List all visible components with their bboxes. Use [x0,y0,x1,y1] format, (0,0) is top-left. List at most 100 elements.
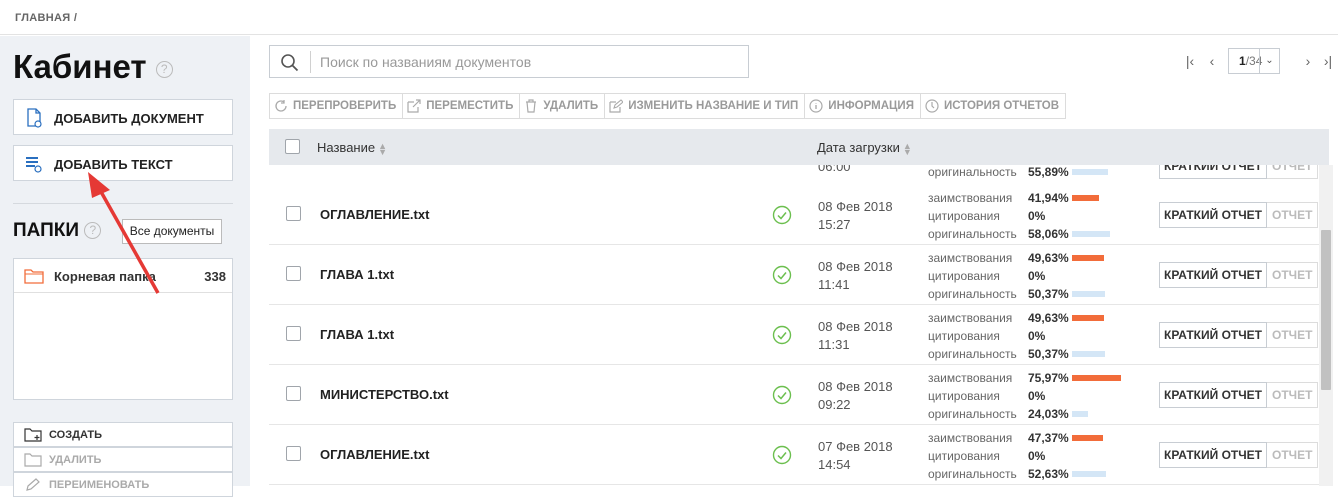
info-label: ИНФОРМАЦИЯ [828,100,914,112]
cite-label: цитирования [928,449,1000,463]
row-checkbox[interactable] [286,326,301,341]
cite-value: 0% [1028,209,1046,223]
borrow-value: 49,63% [1028,311,1069,325]
rename-folder-button[interactable]: ПЕРЕИМЕНОВАТЬ [13,472,233,497]
report-button[interactable]: ОТЧЕТ [1267,442,1319,468]
orig-stat: оригинальность 50,37% [928,345,1158,363]
search-separator [310,51,311,73]
upload-date-day: 08 Фев 2018 [818,319,893,334]
info-button[interactable]: ИНФОРМАЦИЯ [805,94,921,118]
delete-folder-label: УДАЛИТЬ [49,454,102,466]
row-checkbox[interactable] [286,206,301,221]
report-button[interactable]: ОТЧЕТ [1267,262,1319,288]
row-checkbox[interactable] [286,266,301,281]
row-stats: заимствования 49,63% цитирования 0% ориг… [928,249,1158,303]
orig-bar [1072,291,1105,297]
orig-stat: оригинальность 52,63% [928,465,1158,483]
short-report-button[interactable]: КРАТКИЙ ОТЧЕТ [1159,262,1268,288]
short-report-button[interactable]: КРАТКИЙ ОТЧЕТ [1159,202,1268,228]
column-date-header[interactable]: Дата загрузки ▲ ▼ [817,140,912,156]
search-input[interactable] [320,52,740,72]
column-date-label: Дата загрузки [817,140,900,155]
report-button[interactable]: ОТЧЕТ [1267,322,1319,348]
orig-value: 50,37% [1028,287,1069,301]
row-checkbox[interactable] [286,386,301,401]
table-row[interactable]: ОГЛАВЛЕНИЕ.txt 08 Фев 2018 15:27 заимств… [269,185,1319,245]
upload-date-time: 09:22 [818,397,851,412]
borrow-bar [1072,195,1099,201]
folders-title: ПАПКИ ? [13,220,102,242]
edit-icon [609,99,624,113]
upload-date: 08 Фев 2018 09:22 [818,378,893,414]
borrow-label: заимствования [928,431,1013,445]
orig-bar [1072,411,1088,417]
add-text-button[interactable]: ДОБАВИТЬ ТЕКСТ [13,145,233,181]
check-circle-icon [772,265,792,285]
breadcrumb[interactable]: ГЛАВНАЯ / [15,12,77,24]
rename-type-button[interactable]: ИЗМЕНИТЬ НАЗВАНИЕ И ТИП [605,94,806,118]
add-document-button[interactable]: ДОБАВИТЬ ДОКУМЕНТ [13,99,233,135]
recheck-button[interactable]: ПЕРЕПРОВЕРИТЬ [270,94,404,118]
table-row[interactable]: ГЛАВА 1.txt 08 Фев 2018 11:41 заимствова… [269,245,1319,305]
scrollbar-thumb[interactable] [1321,230,1331,390]
page-select[interactable]: 1/34 ⌄ [1228,48,1280,74]
report-buttons: КРАТКИЙ ОТЧЕТ ОТЧЕТ [1159,382,1319,408]
table-scrollbar[interactable] [1319,165,1333,486]
borrow-value: 49,63% [1028,251,1069,265]
cite-stat: цитирования 0% [928,207,1158,225]
borrow-bar [1072,375,1121,381]
folder-root-count: 338 [204,269,226,284]
row-stats: заимствования 47,37% цитирования 0% ориг… [928,429,1158,483]
create-folder-label: СОЗДАТЬ [49,429,102,441]
document-name[interactable]: ГЛАВА 1.txt [320,327,394,342]
short-report-button[interactable]: КРАТКИЙ ОТЧЕТ [1159,442,1268,468]
column-name-header[interactable]: Название ▲ ▼ [317,140,387,156]
folders-help-icon[interactable]: ? [84,222,102,240]
last-page-icon[interactable]: ›| [1318,50,1338,72]
report-button[interactable]: ОТЧЕТ [1267,202,1319,228]
delete-folder-button[interactable]: УДАЛИТЬ [13,447,233,472]
prev-page-icon[interactable]: ‹ [1202,50,1222,72]
first-page-icon[interactable]: |‹ [1180,50,1200,72]
search-icon[interactable] [280,53,300,73]
row-checkbox[interactable] [286,446,301,461]
move-button[interactable]: ПЕРЕМЕСТИТЬ [403,94,521,118]
document-name[interactable]: ОГЛАВЛЕНИЕ.txt [320,447,429,462]
table-row[interactable]: МИНИСТЕРСТВО.txt 08 Фев 2018 09:22 заимс… [269,365,1319,425]
table-row[interactable]: ОГЛАВЛЕНИЕ.txt 07 Фев 2018 14:54 заимств… [269,425,1319,485]
delete-folder-icon [24,453,42,467]
upload-date: 08 Фев 2018 11:41 [818,258,893,294]
table-header: Название ▲ ▼ Дата загрузки ▲ ▼ [269,129,1329,165]
select-all-checkbox[interactable] [285,139,300,154]
short-report-button[interactable]: КРАТКИЙ ОТЧЕТ [1159,382,1268,408]
help-icon[interactable]: ? [155,60,173,78]
document-name[interactable]: ГЛАВА 1.txt [320,267,394,282]
create-folder-button[interactable]: СОЗДАТЬ [13,422,233,447]
report-buttons: КРАТКИЙ ОТЧЕТ ОТЧЕТ [1159,262,1319,288]
borrow-value: 47,37% [1028,431,1069,445]
folder-root[interactable]: Корневая папка 338 [14,259,232,293]
document-name[interactable]: МИНИСТЕРСТВО.txt [320,387,449,402]
sidebar-divider [13,203,233,204]
cite-label: цитирования [928,329,1000,343]
short-report-button[interactable]: КРАТКИЙ ОТЧЕТ [1159,322,1268,348]
borrow-value: 75,97% [1028,371,1069,385]
report-buttons: КРАТКИЙ ОТЧЕТ ОТЧЕТ [1159,322,1319,348]
borrow-bar [1072,435,1103,441]
upload-date-time: 15:27 [818,217,851,232]
orig-label: оригинальность [928,407,1017,421]
upload-date-time: 14:54 [818,457,851,472]
add-text-label: ДОБАВИТЬ ТЕКСТ [54,157,173,172]
report-history-button[interactable]: ИСТОРИЯ ОТЧЕТОВ [921,94,1065,118]
next-page-icon[interactable]: › [1298,50,1318,72]
page-title: Кабинет ? [13,48,173,86]
all-documents-button[interactable]: Все документы [122,219,222,244]
document-name[interactable]: ОГЛАВЛЕНИЕ.txt [320,207,429,222]
row-stats: заимствования 41,94% цитирования 0% ориг… [928,189,1158,243]
report-button[interactable]: ОТЧЕТ [1267,382,1319,408]
table-row[interactable]: ГЛАВА 1.txt 08 Фев 2018 11:31 заимствова… [269,305,1319,365]
check-circle-icon [772,445,792,465]
upload-date-day: 07 Фев 2018 [818,439,893,454]
delete-button[interactable]: УДАЛИТЬ [520,94,606,118]
page-title-text: Кабинет [13,48,147,85]
